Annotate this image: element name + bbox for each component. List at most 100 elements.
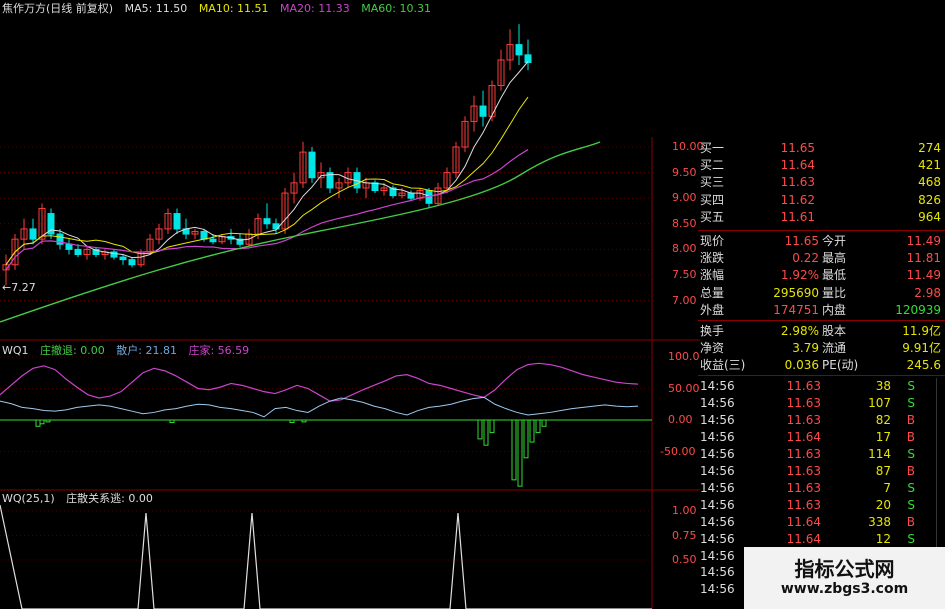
price-tick-label: 8.50 <box>672 216 697 230</box>
stat-value: 2.98% <box>780 324 819 338</box>
order-book-row: 买二 11.64 421 <box>698 157 945 174</box>
bid-price: 11.61 <box>780 209 815 224</box>
chart-canvas[interactable] <box>0 0 700 609</box>
wq2-tick-label: 1.00 <box>672 504 697 517</box>
candle-body <box>209 238 217 243</box>
tick-price: 11.63 <box>786 480 821 495</box>
tick-row: 14:56 11.64 338 B <box>698 514 945 531</box>
price-tick-label: 7.50 <box>672 268 697 281</box>
candle-body <box>74 248 82 256</box>
bid-price: 11.63 <box>780 175 815 190</box>
tick-price: 11.64 <box>786 531 821 546</box>
wq1-tick-label: -50.00 <box>660 444 696 458</box>
bid-volume: 468 <box>918 175 941 190</box>
tick-price: 11.63 <box>786 446 821 461</box>
bid-label: 买五 <box>700 209 725 224</box>
tick-time: 14:56 <box>700 548 735 563</box>
stat-label: 净资 <box>700 341 725 356</box>
stat-label: 总量 <box>700 285 725 300</box>
bid-price: 11.62 <box>780 192 815 207</box>
stat-value: 11.81 <box>906 251 941 266</box>
main-legend: 焦作万方(日线 前复权) MA5: 11.50 MA10: 11.51 MA20… <box>2 2 439 16</box>
stat-label: 今开 <box>822 234 847 248</box>
order-book-row: 买三 11.63 468 <box>698 174 945 191</box>
dealer-line <box>0 362 639 402</box>
stat-value: 245.6 <box>906 358 941 373</box>
tick-time: 14:56 <box>700 497 735 512</box>
stats-row: 现价 11.65 今开 11.49 <box>698 233 945 250</box>
stock-title: 焦作万方(日线 前复权) <box>2 2 114 15</box>
candle-body <box>119 256 127 261</box>
stats-row: 总量 295690 量比 2.98 <box>698 285 945 302</box>
tick-volume: 20 <box>875 497 891 512</box>
tick-side: S <box>907 379 915 393</box>
tick-volume: 82 <box>875 412 891 427</box>
stat-value: 0.036 <box>784 358 819 373</box>
bid-volume: 964 <box>918 209 941 224</box>
candle-body <box>524 54 532 64</box>
stats-row: 涨跌 0.22 最高 11.81 <box>698 250 945 267</box>
tick-price: 11.63 <box>786 379 821 393</box>
stat-label: 最高 <box>822 251 847 266</box>
tick-price: 11.64 <box>786 429 821 444</box>
stat-label: 收益(三) <box>700 358 746 373</box>
retreat-bar <box>483 419 489 446</box>
ma10-label: MA10: 11.51 <box>198 2 269 15</box>
tick-side: B <box>906 412 915 427</box>
ma20-label: MA20: 11.33 <box>280 2 350 15</box>
tick-volume: 114 <box>868 446 891 461</box>
tick-time: 14:56 <box>700 395 735 410</box>
stats-row: 外盘 174751 内盘 120939 <box>698 302 945 319</box>
wq1-tick-label: 50.00 <box>668 381 700 395</box>
watermark-title: 指标公式网 <box>794 557 895 581</box>
stat-value: 11.49 <box>906 234 941 248</box>
ma60-label: MA60: 10.31 <box>361 2 431 15</box>
bid-volume: 274 <box>918 141 941 155</box>
stat-label: 流通 <box>822 341 847 356</box>
candle-body <box>479 105 487 117</box>
tick-side: B <box>906 463 915 478</box>
candle-body <box>29 228 37 240</box>
stat-value: 2.98 <box>914 285 941 300</box>
stat-label: 量比 <box>822 285 847 300</box>
candle-body <box>263 218 271 225</box>
low-price-marker: ←7.27 <box>2 281 36 294</box>
tick-time: 14:56 <box>700 514 735 529</box>
retreat-bar <box>517 419 523 487</box>
price-tick-label: 8.00 <box>672 242 697 256</box>
stat-value: 11.9亿 <box>902 324 941 338</box>
tick-volume: 87 <box>875 463 891 478</box>
order-book-row: 买一 11.65 274 <box>698 140 945 157</box>
stat-label: 股本 <box>822 324 847 338</box>
bid-price: 11.64 <box>780 158 815 173</box>
retail-line <box>0 396 639 418</box>
wq2-tick-label: 0.75 <box>672 528 697 542</box>
tick-row: 14:56 11.63 7 S <box>698 480 945 497</box>
stat-label: 外盘 <box>700 302 725 317</box>
retreat-bar <box>39 419 45 425</box>
stat-label: 现价 <box>700 234 725 248</box>
tick-time: 14:56 <box>700 463 735 478</box>
tick-price: 11.63 <box>786 395 821 410</box>
wq1-name: WQ1 <box>2 344 29 357</box>
stat-label: 换手 <box>700 324 725 338</box>
retreat-bar <box>535 419 541 434</box>
tick-price: 11.63 <box>786 463 821 478</box>
kline-chart-area[interactable]: 焦作万方(日线 前复权) MA5: 11.50 MA10: 11.51 MA20… <box>0 0 704 609</box>
stats-row: 涨幅 1.92% 最低 11.49 <box>698 267 945 284</box>
tick-row: 14:56 11.63 38 S <box>698 378 945 395</box>
panel-separator <box>698 375 945 376</box>
stat-value: 1.92% <box>780 268 819 283</box>
tick-time: 14:56 <box>700 565 735 580</box>
candle-body <box>65 243 73 250</box>
panel-separator <box>698 320 945 321</box>
wq1-retreat-label: 庄撤退: 0.00 <box>40 344 105 357</box>
tick-price: 11.63 <box>786 497 821 512</box>
retreat-bar <box>511 419 517 481</box>
wq1-retail-label: 散户: 21.81 <box>116 344 177 357</box>
bid-label: 买一 <box>700 141 725 155</box>
tick-time: 14:56 <box>700 531 735 546</box>
order-book-row: 买四 11.62 826 <box>698 192 945 209</box>
retreat-bar <box>529 419 535 443</box>
tick-volume: 12 <box>875 531 891 546</box>
